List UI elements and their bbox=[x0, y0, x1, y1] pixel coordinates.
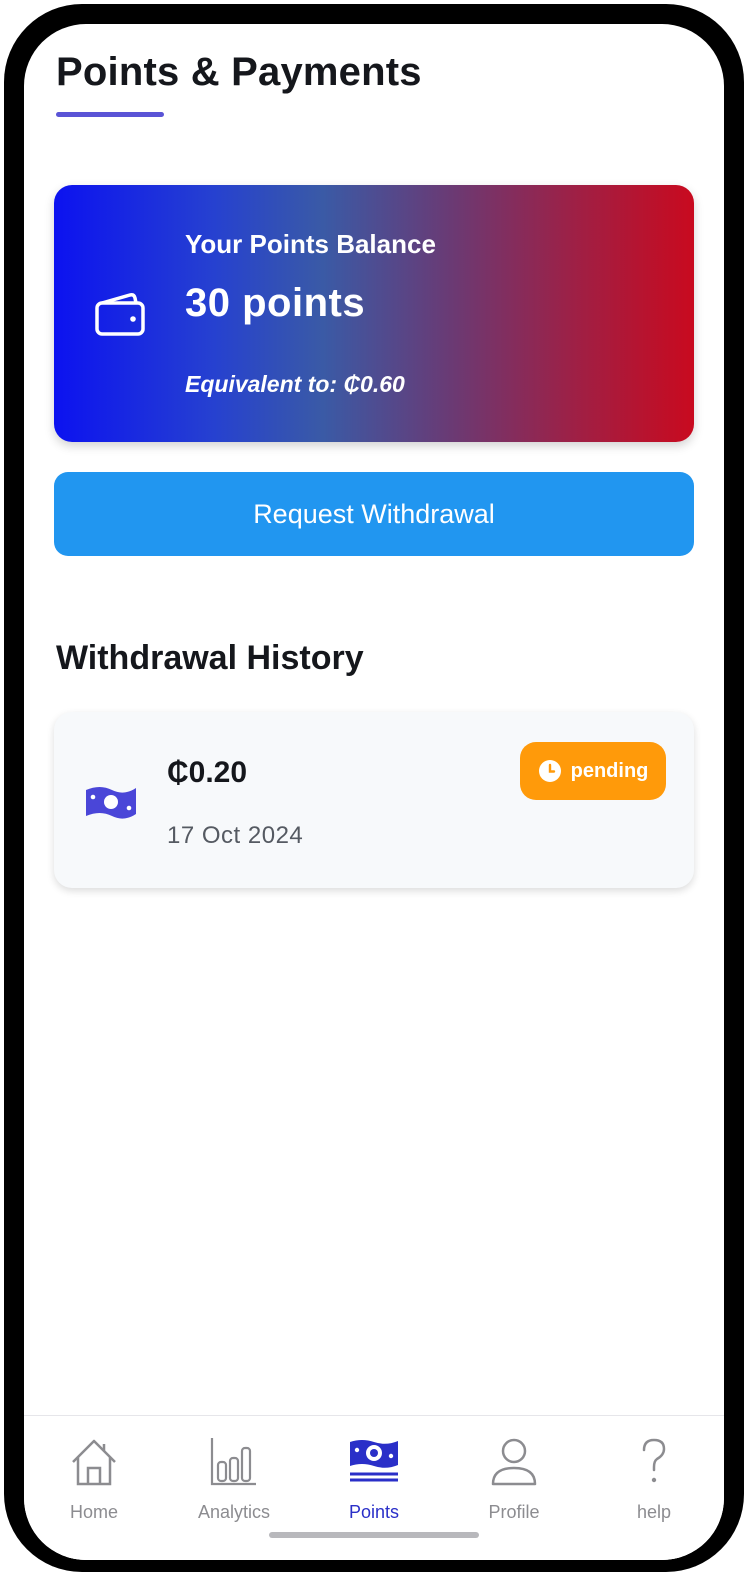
nav-item-help[interactable]: help bbox=[594, 1416, 714, 1526]
balance-card: Your Points Balance 30 points Equivalent… bbox=[54, 185, 694, 442]
money-icon bbox=[86, 787, 136, 819]
phone-frame: Points & Payments Your Points Balance 30… bbox=[4, 4, 744, 1572]
help-icon bbox=[642, 1438, 666, 1483]
withdrawal-history-heading: Withdrawal History bbox=[56, 639, 364, 677]
status-label: pending bbox=[570, 759, 649, 782]
balance-equivalent: Equivalent to: ₵0.60 bbox=[185, 371, 405, 397]
profile-icon bbox=[491, 1438, 537, 1486]
nav-label-points: Points bbox=[348, 1502, 400, 1522]
analytics-icon bbox=[210, 1438, 256, 1486]
nav-item-profile[interactable]: Profile bbox=[454, 1416, 574, 1526]
clock-icon bbox=[538, 760, 561, 782]
nav-item-points[interactable]: Points bbox=[314, 1416, 434, 1526]
history-list-item[interactable]: ₵0.20 17 Oct 2024 pending bbox=[54, 712, 694, 888]
points-icon bbox=[350, 1440, 398, 1482]
nav-label-analytics: Analytics bbox=[197, 1502, 271, 1522]
bottom-nav: Home Analytics Points Profile help bbox=[24, 1415, 724, 1560]
home-indicator[interactable] bbox=[269, 1532, 479, 1538]
history-amount: ₵0.20 bbox=[167, 756, 248, 789]
history-date: 17 Oct 2024 bbox=[167, 822, 304, 849]
status-badge: pending bbox=[520, 742, 666, 800]
app-screen: Points & Payments Your Points Balance 30… bbox=[24, 24, 724, 1560]
nav-item-analytics[interactable]: Analytics bbox=[174, 1416, 294, 1526]
page-title: Points & Payments bbox=[56, 50, 422, 94]
nav-item-home[interactable]: Home bbox=[34, 1416, 154, 1526]
home-icon bbox=[72, 1439, 116, 1486]
request-withdrawal-button[interactable]: Request Withdrawal bbox=[54, 472, 694, 556]
title-underline bbox=[56, 112, 164, 117]
balance-value: 30 points bbox=[185, 281, 366, 325]
nav-label-profile: Profile bbox=[488, 1502, 540, 1522]
nav-label-help: help bbox=[636, 1502, 672, 1522]
balance-label: Your Points Balance bbox=[185, 229, 436, 259]
nav-label-home: Home bbox=[69, 1502, 118, 1522]
wallet-icon bbox=[95, 293, 145, 336]
